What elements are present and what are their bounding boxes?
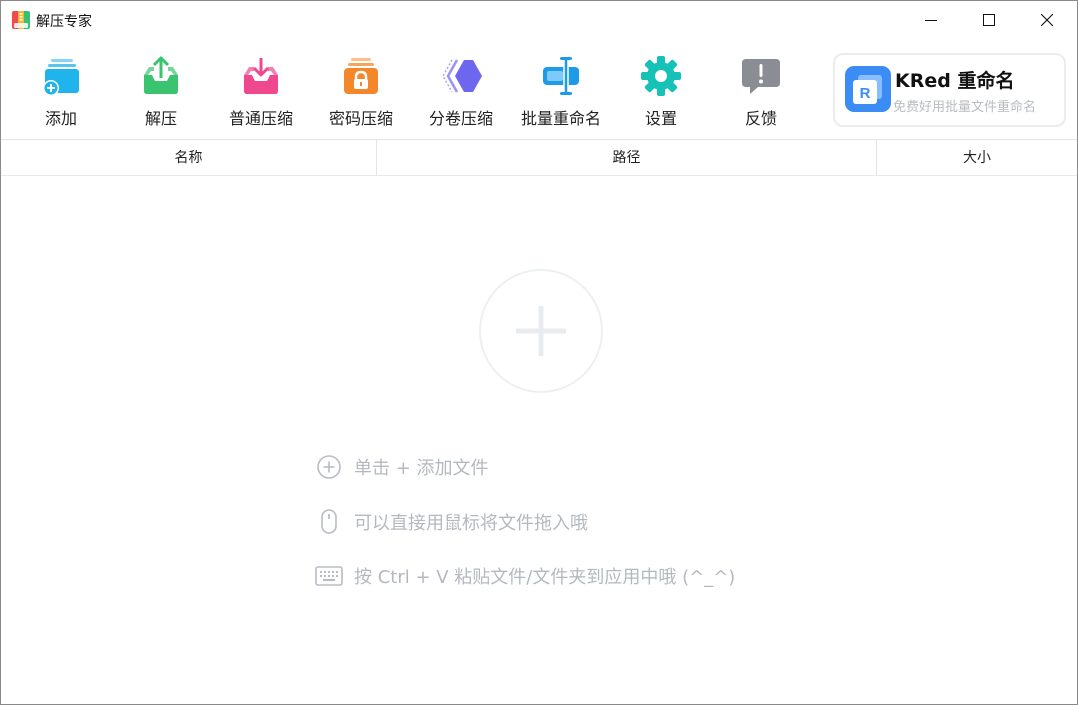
plus-icon: [516, 306, 566, 356]
split-volume-icon: [442, 59, 482, 93]
minimize-icon: [925, 20, 937, 21]
batch-rename-icon: [543, 56, 579, 96]
extract-button[interactable]: 解压: [111, 53, 211, 133]
batch-rename-button-label: 批量重命名: [520, 109, 601, 128]
batch-rename-button[interactable]: 批量重命名: [511, 53, 611, 133]
settings-button[interactable]: 设置: [611, 53, 711, 133]
split-compress-button-label: 分卷压缩: [428, 109, 493, 128]
extract-button-label: 解压: [144, 109, 177, 128]
feedback-icon: [742, 59, 780, 94]
feedback-button-label: 反馈: [744, 109, 777, 128]
add-archive-icon: [43, 59, 79, 96]
gear-icon: [641, 56, 681, 96]
password-compress-button-label: 密码压缩: [328, 109, 393, 128]
keyboard-icon: [315, 563, 343, 589]
column-header-name[interactable]: 名称: [1, 140, 377, 176]
promo-title: KRed 重命名: [895, 70, 1015, 92]
column-header-path[interactable]: 路径: [377, 140, 877, 176]
feedback-button[interactable]: 反馈: [711, 53, 811, 133]
settings-button-label: 设置: [644, 109, 677, 128]
kred-logo-icon: R: [845, 66, 891, 112]
column-header-size[interactable]: 大小: [877, 140, 1077, 176]
extract-icon: [144, 56, 178, 94]
maximize-button[interactable]: [960, 1, 1018, 39]
hint-click-add-text: 单击 + 添加文件: [354, 458, 489, 479]
file-list-header: 名称 路径 大小: [1, 139, 1077, 176]
title-bar[interactable]: 解压专家: [1, 1, 1077, 39]
compress-icon: [244, 58, 278, 94]
mouse-icon: [315, 509, 343, 535]
hint-drag-drop-text: 可以直接用鼠标将文件拖入哦: [354, 513, 588, 534]
compress-button-label: 普通压缩: [228, 109, 293, 128]
plus-circle-icon: [315, 454, 343, 480]
hint-paste-text: 按 Ctrl + V 粘贴文件/文件夹到应用中哦 (^_^): [354, 567, 736, 588]
svg-text:R: R: [860, 85, 871, 102]
close-icon: [1041, 14, 1053, 26]
close-button[interactable]: [1018, 1, 1076, 39]
maximize-icon: [983, 14, 995, 26]
minimize-button[interactable]: [902, 1, 960, 39]
promo-subtitle: 免费好用批量文件重命名: [893, 100, 1037, 115]
hint-paste: 按 Ctrl + V 粘贴文件/文件夹到应用中哦 (^_^): [315, 563, 735, 589]
compress-button[interactable]: 普通压缩: [211, 53, 311, 133]
toolbar: 添加 解压 普通压缩 密码压缩 分卷压缩 批量重命名 设置 反馈 R KRed …: [1, 39, 1077, 139]
app-window: 解压专家 添加 解压 普通压缩 密码压缩 分卷压缩 批量重命名 设置 反馈 R …: [0, 0, 1078, 705]
kred-rename-promo[interactable]: R KRed 重命名 免费好用批量文件重命名: [833, 53, 1066, 127]
add-button-label: 添加: [44, 109, 77, 128]
app-logo-icon: [12, 11, 30, 29]
split-compress-button[interactable]: 分卷压缩: [411, 53, 511, 133]
hint-drag-drop: 可以直接用鼠标将文件拖入哦: [315, 509, 588, 535]
add-button[interactable]: 添加: [11, 53, 111, 133]
hint-click-add: 单击 + 添加文件: [315, 454, 489, 480]
password-compress-button[interactable]: 密码压缩: [311, 53, 411, 133]
lock-compress-icon: [344, 58, 378, 94]
add-files-drop-button[interactable]: [479, 269, 603, 393]
window-title: 解压专家: [36, 14, 92, 30]
